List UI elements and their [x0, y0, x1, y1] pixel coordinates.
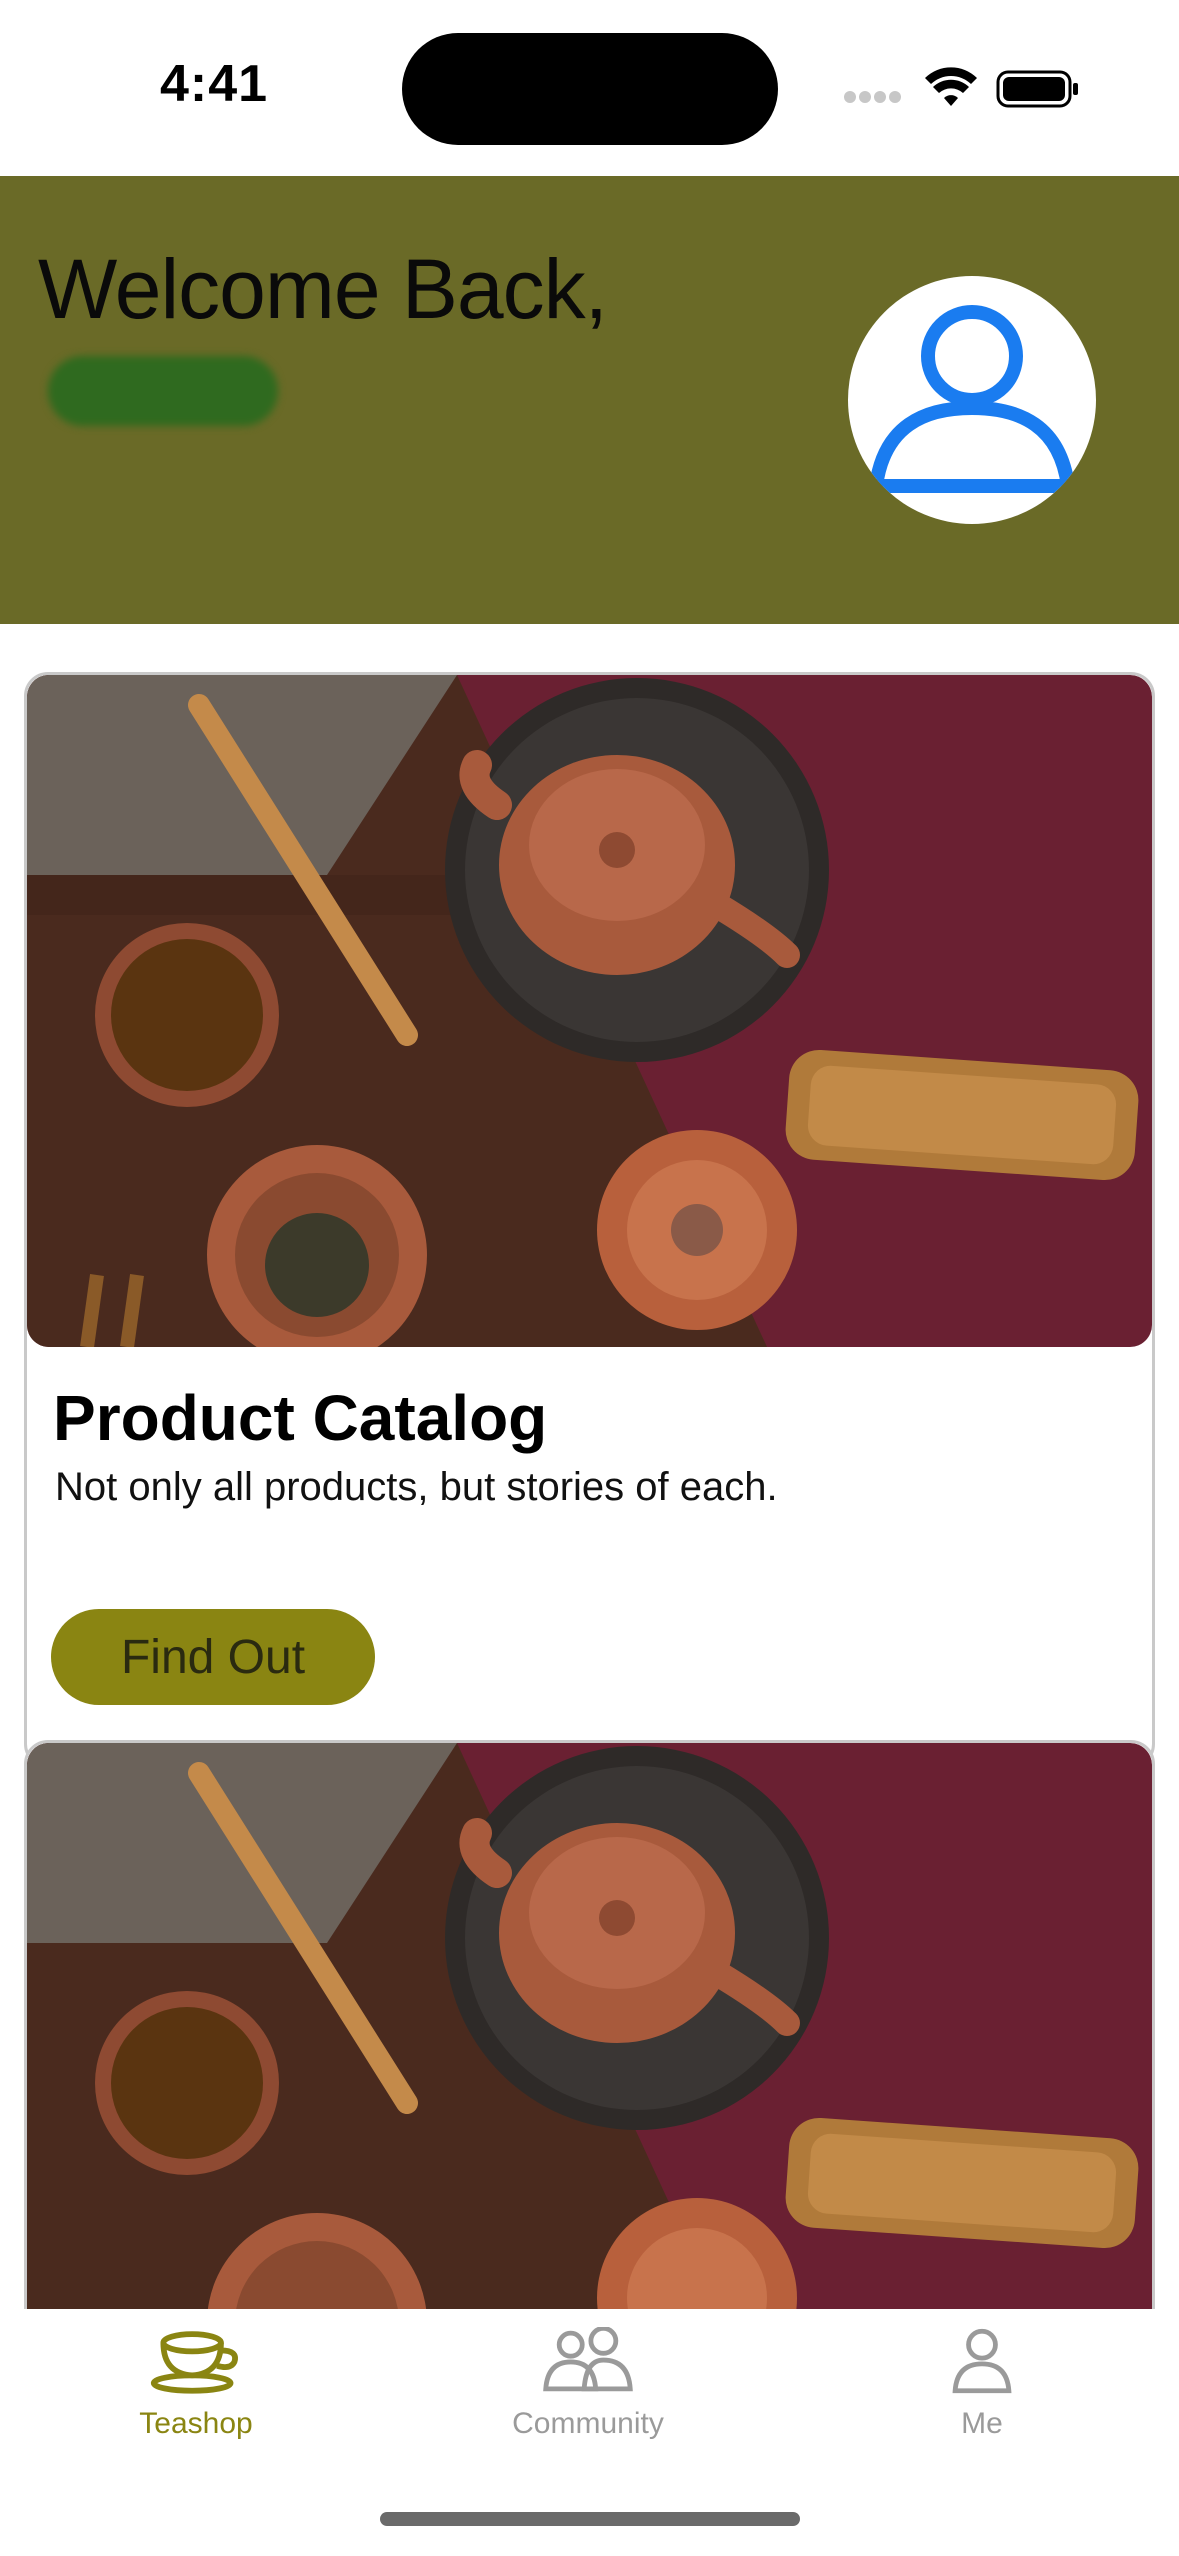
welcome-title: Welcome Back, [38, 242, 608, 336]
find-out-button[interactable]: Find Out [51, 1609, 375, 1705]
battery-icon [996, 70, 1078, 108]
tab-label: Teashop [139, 2407, 253, 2440]
cellular-signal-icon [844, 90, 906, 104]
tab-community[interactable]: Community [458, 2327, 718, 2477]
status-bar: 4:41 [0, 0, 1179, 176]
tea-set-photo [27, 1743, 1152, 2309]
status-time: 4:41 [160, 55, 269, 113]
people-icon [543, 2327, 633, 2392]
tab-label: Me [961, 2407, 1003, 2440]
tab-label: Community [512, 2407, 664, 2440]
teacup-icon [150, 2331, 238, 2394]
wifi-icon [925, 67, 977, 106]
person-icon [952, 2328, 1012, 2394]
tea-set-photo [27, 675, 1152, 1347]
card-description: Not only all products, but stories of ea… [55, 1465, 778, 1509]
feed-card[interactable] [24, 1740, 1155, 2309]
redacted-user-name [48, 356, 278, 426]
person-icon [869, 305, 1075, 493]
dynamic-island [402, 33, 778, 145]
product-catalog-card[interactable]: Product Catalog Not only all products, b… [24, 672, 1155, 1768]
welcome-header: Welcome Back, [0, 176, 1179, 624]
feed-scroll-area[interactable]: Product Catalog Not only all products, b… [0, 624, 1179, 2309]
tab-teashop[interactable]: Teashop [66, 2327, 326, 2477]
tab-me[interactable]: Me [852, 2327, 1112, 2477]
home-indicator[interactable] [380, 2512, 800, 2526]
card-title: Product Catalog [53, 1382, 548, 1454]
profile-avatar-button[interactable] [848, 276, 1096, 524]
